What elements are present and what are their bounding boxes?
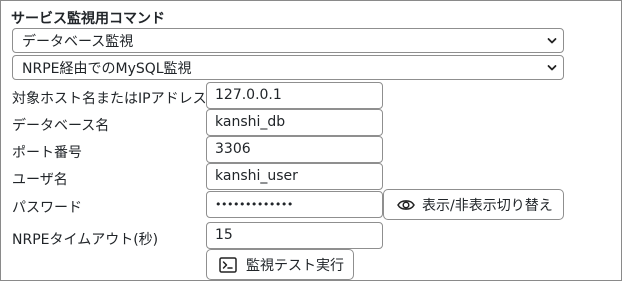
password-label: パスワード <box>12 200 82 216</box>
host-input[interactable]: 127.0.0.1 <box>206 82 383 109</box>
chevron-down-icon <box>547 65 557 71</box>
password-input[interactable]: ••••••••••••• <box>206 191 383 218</box>
run-test-button[interactable]: 監視テスト実行 <box>206 249 354 280</box>
user-input[interactable]: kanshi_user <box>206 163 383 190</box>
toggle-password-button[interactable]: 表示/非表示切り替え <box>383 189 564 220</box>
port-label: ポート番号 <box>12 145 82 161</box>
monitor-command-select[interactable]: NRPE経由でのMySQL監視 <box>12 55 564 80</box>
service-command-panel: サービス監視用コマンド データベース監視 NRPE経由でのMySQL監視 対象ホ… <box>0 0 622 281</box>
port-input[interactable]: 3306 <box>206 136 383 163</box>
timeout-input[interactable]: 15 <box>206 222 383 249</box>
database-input[interactable]: kanshi_db <box>206 109 383 136</box>
eye-icon <box>397 199 415 210</box>
timeout-label: NRPEタイムアウト(秒) <box>12 232 159 248</box>
section-title: サービス監視用コマンド <box>11 11 165 27</box>
monitor-category-value: データベース監視 <box>22 34 134 50</box>
terminal-icon <box>219 256 237 273</box>
monitor-command-value: NRPE経由でのMySQL監視 <box>22 61 192 77</box>
run-test-label: 監視テスト実行 <box>246 257 344 274</box>
toggle-password-label: 表示/非表示切り替え <box>422 197 553 214</box>
database-label: データベース名 <box>12 118 110 134</box>
host-label: 対象ホスト名またはIPアドレス <box>12 91 207 107</box>
monitor-category-select[interactable]: データベース監視 <box>12 28 564 53</box>
chevron-down-icon <box>547 38 557 44</box>
user-label: ユーザ名 <box>12 172 68 188</box>
